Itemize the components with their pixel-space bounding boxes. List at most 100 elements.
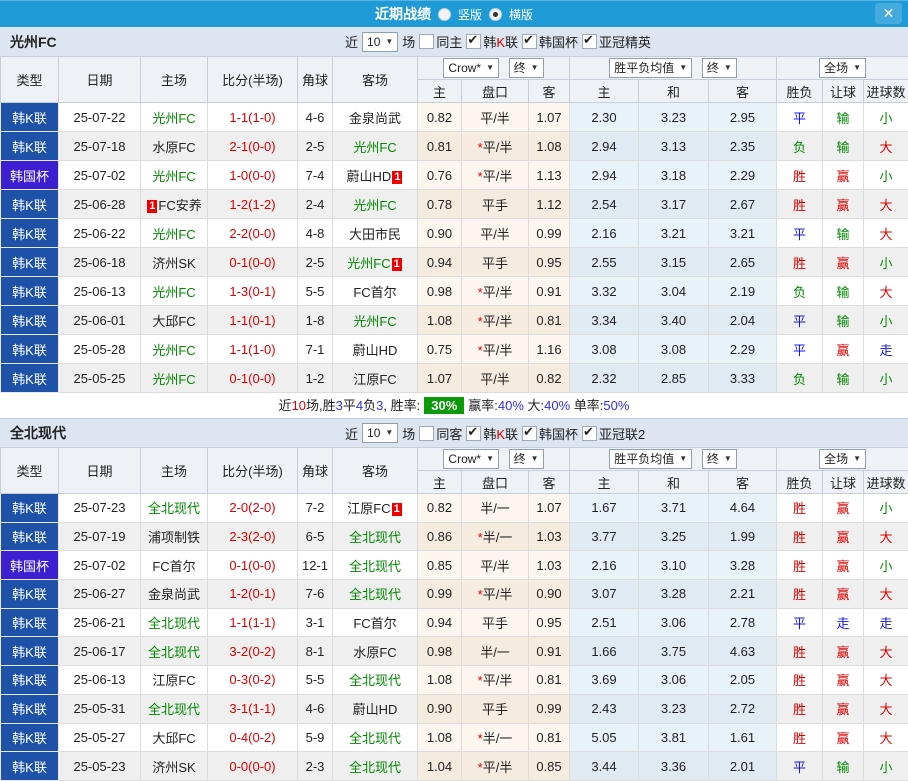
summary-text: , 胜率:: [383, 398, 420, 413]
avg-draw-cell: 3.71: [639, 494, 709, 523]
corner-cell: 1-8: [298, 306, 333, 335]
handicap-cell: *平/半: [462, 161, 529, 190]
result-handicap-cell: 赢: [823, 637, 864, 666]
odds-home-cell: 0.82: [418, 103, 462, 132]
odds-source-select[interactable]: Crow*▼: [443, 449, 499, 469]
team-label: 全北现代: [148, 501, 200, 516]
corner-cell: 2-5: [298, 248, 333, 277]
col-score: 比分(半场): [208, 448, 298, 494]
handicap-cell: *平/半: [462, 277, 529, 306]
col-odds-away: 客: [529, 80, 570, 103]
result-goals-cell: 大: [864, 666, 908, 695]
col-date: 日期: [59, 448, 141, 494]
avg-away-cell: 2.78: [709, 608, 777, 637]
date-cell: 25-05-28: [59, 335, 141, 364]
result-handicap-cell: 赢: [823, 335, 864, 364]
col-result-handicap: 让球: [823, 80, 864, 103]
team-label: FC首尔: [152, 559, 195, 574]
chevron-down-icon: ▼: [724, 60, 732, 76]
odds-home-cell: 0.90: [418, 219, 462, 248]
same-home-checkbox[interactable]: 同主: [419, 32, 462, 51]
avg-time-select[interactable]: 终▼: [702, 58, 737, 78]
score-cell: 2-2(0-0): [208, 219, 298, 248]
acl-checkbox[interactable]: ✔ 亚冠联2: [582, 424, 645, 443]
corner-cell: 1-2: [298, 364, 333, 393]
scope-select[interactable]: 全场▼: [819, 58, 866, 78]
result-goals-cell: 小: [864, 551, 908, 580]
handicap-cell: 平手: [462, 190, 529, 219]
odds-home-cell: 0.98: [418, 277, 462, 306]
result-handicap-cell: 输: [823, 132, 864, 161]
avg-home-cell: 1.67: [570, 494, 639, 523]
dialog-title: 近期战绩: [375, 4, 431, 24]
acl-checkbox[interactable]: ✔ 亚冠精英: [582, 32, 651, 51]
date-cell: 25-06-27: [59, 580, 141, 609]
col-result-goals: 进球数: [864, 80, 908, 103]
col-corner: 角球: [298, 57, 333, 103]
chevron-down-icon: ▼: [724, 451, 732, 467]
odds-source-select[interactable]: Crow*▼: [443, 58, 499, 78]
match-row: 韩K联25-05-23济州SK0-0(0-0)2-3全北现代1.04*平/半0.…: [1, 752, 908, 781]
away-team-cell: 全北现代: [333, 723, 418, 752]
games-label: 场: [402, 32, 415, 51]
radio-horizontal-label[interactable]: 横版: [509, 6, 533, 23]
score-cell: 2-1(0-0): [208, 132, 298, 161]
date-cell: 25-07-18: [59, 132, 141, 161]
cup-checkbox[interactable]: ✔ 韩国杯: [522, 424, 578, 443]
score-cell: 1-1(0-1): [208, 306, 298, 335]
checkbox-unchecked-icon: [419, 34, 434, 49]
match-count-select[interactable]: 10▼: [362, 423, 398, 443]
radio-vertical-label[interactable]: 竖版: [458, 6, 482, 23]
radio-horizontal-layout[interactable]: [489, 8, 502, 21]
corner-cell: 8-1: [298, 637, 333, 666]
odds-time-select[interactable]: 终▼: [509, 449, 544, 469]
handicap-star: *: [478, 760, 483, 775]
cup-checkbox[interactable]: ✔ 韩国杯: [522, 32, 578, 51]
result-goals-cell: 大: [864, 190, 908, 219]
home-team-cell: 1FC安养: [141, 190, 208, 219]
handicap-cell: 平手: [462, 248, 529, 277]
match-count-select[interactable]: 10▼: [362, 32, 398, 52]
match-row: 韩国杯25-07-02FC首尔0-1(0-0)12-1全北现代0.85平/半1.…: [1, 551, 908, 580]
result-wdl-cell: 平: [777, 752, 823, 781]
near-label: 近: [345, 32, 358, 51]
match-row: 韩K联25-06-281FC安养1-2(1-2)2-4光州FC0.78平手1.1…: [1, 190, 908, 219]
odds-time-select[interactable]: 终▼: [509, 58, 544, 78]
home-team-cell: 光州FC: [141, 335, 208, 364]
league-k-checkbox[interactable]: ✔ 韩K联: [466, 32, 518, 51]
avg-time-select[interactable]: 终▼: [702, 449, 737, 469]
away-team-cell: 金泉尚武: [333, 103, 418, 132]
team-label: FC安养: [158, 198, 201, 213]
odds-away-cell: 1.07: [529, 103, 570, 132]
col-type: 类型: [1, 448, 59, 494]
close-button[interactable]: ✕: [875, 3, 902, 24]
scope-select[interactable]: 全场▼: [819, 449, 866, 469]
corner-cell: 5-9: [298, 723, 333, 752]
result-handicap-cell: 输: [823, 306, 864, 335]
result-handicap-cell: 输: [823, 752, 864, 781]
avg-draw-cell: 3.06: [639, 666, 709, 695]
home-team-cell: 光州FC: [141, 161, 208, 190]
avg-select[interactable]: 胜平负均值▼: [609, 449, 692, 469]
odds-group-header: Crow*▼ 终▼: [418, 448, 570, 471]
scope-group-header: 全场▼: [777, 57, 908, 80]
score-cell: 2-3(2-0): [208, 522, 298, 551]
league-k-checkbox[interactable]: ✔ 韩K联: [466, 424, 518, 443]
match-row: 韩国杯25-07-02光州FC1-0(0-0)7-4蔚山HD10.76*平/半1…: [1, 161, 908, 190]
away-team-cell: 大田市民: [333, 219, 418, 248]
score-cell: 3-1(1-1): [208, 694, 298, 723]
avg-select[interactable]: 胜平负均值▼: [609, 58, 692, 78]
odds-away-cell: 1.03: [529, 522, 570, 551]
result-handicap-cell: 赢: [823, 694, 864, 723]
odds-away-cell: 1.08: [529, 132, 570, 161]
radio-vertical-layout[interactable]: [438, 8, 451, 21]
same-away-checkbox[interactable]: 同客: [419, 424, 462, 443]
col-date: 日期: [59, 57, 141, 103]
corner-cell: 7-2: [298, 494, 333, 523]
away-team-cell: 江原FC: [333, 364, 418, 393]
avg-away-cell: 2.21: [709, 580, 777, 609]
match-row: 韩K联25-07-22光州FC1-1(1-0)4-6金泉尚武0.82平/半1.0…: [1, 103, 908, 132]
result-goals-cell: 小: [864, 248, 908, 277]
avg-draw-cell: 3.17: [639, 190, 709, 219]
recent-results-dialog: 近期战绩 竖版 横版 ✕ 光州FC 近 10▼ 场 同主 ✔ 韩K联 ✔: [0, 0, 908, 755]
